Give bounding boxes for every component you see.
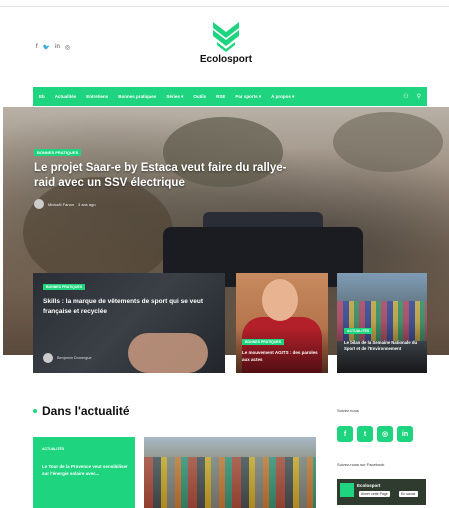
section-heading-text: Dans l'actualité	[42, 404, 130, 418]
card-title[interactable]: Le mouvement AGITS : des paroles aux act…	[242, 350, 326, 363]
card-category-tag[interactable]: Bonnes pratiques	[242, 339, 285, 345]
twitter-icon[interactable]: t	[357, 426, 373, 442]
fb-more-button[interactable]: En savoir	[399, 491, 418, 497]
nav-series[interactable]: Séries ▾	[166, 94, 183, 100]
hero-image-detail	[333, 112, 443, 172]
twitter-icon[interactable]: 🐦	[43, 44, 50, 51]
hero-meta: Mickaël Fanon 3 ans ago	[34, 199, 96, 209]
card-category-tag[interactable]: Actualités	[42, 447, 64, 451]
facebook-page-widget[interactable]: Ecolosport Aimer cette Page En savoir	[337, 479, 426, 505]
nav-bonnes-pratiques[interactable]: Bonnes pratiques	[118, 94, 156, 99]
header-social-links: f 🐦 in ◎	[36, 44, 70, 51]
ecolosport-logo-icon	[340, 483, 354, 497]
nav-entretiens[interactable]: Entretiens	[86, 94, 108, 99]
news-card-tour-provence[interactable]: Actualités Le Tour de la Provence veut s…	[33, 437, 135, 508]
linkedin-icon[interactable]: in	[397, 426, 413, 442]
nav-outils[interactable]: Outils	[193, 94, 206, 99]
hero-author[interactable]: Mickaël Fanon	[48, 202, 74, 207]
instagram-icon[interactable]: ◎	[65, 44, 70, 51]
photo-detail	[144, 457, 316, 508]
hero-title[interactable]: Le projet Saar-e by Estaca veut faire du…	[34, 161, 304, 191]
card-category-tag[interactable]: Actualités	[344, 328, 373, 334]
nav-actualites[interactable]: Actualités	[55, 94, 77, 99]
card-author: Benjamin Domergue	[43, 353, 92, 363]
facebook-label: Suivez-nous sur Facebook	[337, 462, 385, 467]
logo-text: Ecolosport	[199, 54, 253, 65]
card-image-detail	[128, 333, 208, 373]
card-category-tag[interactable]: Bonnes pratiques	[43, 284, 86, 290]
facebook-icon[interactable]: f	[36, 44, 38, 51]
card-author-name[interactable]: Benjamin Domergue	[57, 356, 92, 360]
fb-like-button[interactable]: Aimer cette Page	[359, 491, 390, 497]
hero-image-detail	[23, 177, 173, 287]
nav-a-propos[interactable]: À propos ▾	[271, 94, 294, 100]
avatar	[34, 199, 44, 209]
main-nav: Eb Actualités Entretiens Bonnes pratique…	[33, 87, 427, 106]
section-heading: Dans l'actualité	[33, 404, 130, 418]
news-photo[interactable]	[144, 437, 316, 508]
card-title[interactable]: Skills : la marque de vêtements de sport…	[43, 297, 213, 317]
search-icon[interactable]: ⚲	[417, 93, 421, 100]
card-image-detail	[262, 279, 298, 321]
facebook-icon[interactable]: f	[337, 426, 353, 442]
instagram-icon[interactable]: ◎	[377, 426, 393, 442]
featured-card-skills[interactable]: Bonnes pratiques Skills : la marque de v…	[33, 273, 225, 373]
linkedin-icon[interactable]: in	[55, 44, 60, 51]
featured-card-semaine[interactable]: Actualités Le bilan de la Semaine Nation…	[337, 273, 427, 373]
bullet-dot-icon	[33, 409, 37, 413]
nav-par-sports[interactable]: Par sports ▾	[235, 94, 261, 100]
follow-us-label: Suivez nous	[337, 408, 359, 413]
card-title[interactable]: Le bilan de la Semaine Nationale du Spor…	[344, 340, 424, 353]
nav-rse[interactable]: RSE	[216, 94, 225, 99]
sidebar-social-buttons: f t ◎ in	[337, 426, 413, 442]
featured-card-agits[interactable]: Bonnes pratiques Le mouvement AGITS : de…	[236, 273, 328, 373]
fb-page-name[interactable]: Ecolosport	[357, 483, 381, 488]
site-logo[interactable]: Ecolosport	[196, 20, 256, 65]
hero-category-tag[interactable]: Bonnes pratiques	[34, 149, 82, 156]
user-icon[interactable]: ⚇	[403, 93, 408, 100]
ecolosport-logo-icon	[213, 22, 239, 52]
hero-time: 3 ans ago	[78, 201, 96, 207]
avatar	[43, 353, 53, 363]
top-divider	[0, 6, 449, 7]
card-title[interactable]: Le Tour de la Provence veut sensibiliser…	[42, 464, 128, 477]
nav-home[interactable]: Eb	[39, 94, 45, 99]
